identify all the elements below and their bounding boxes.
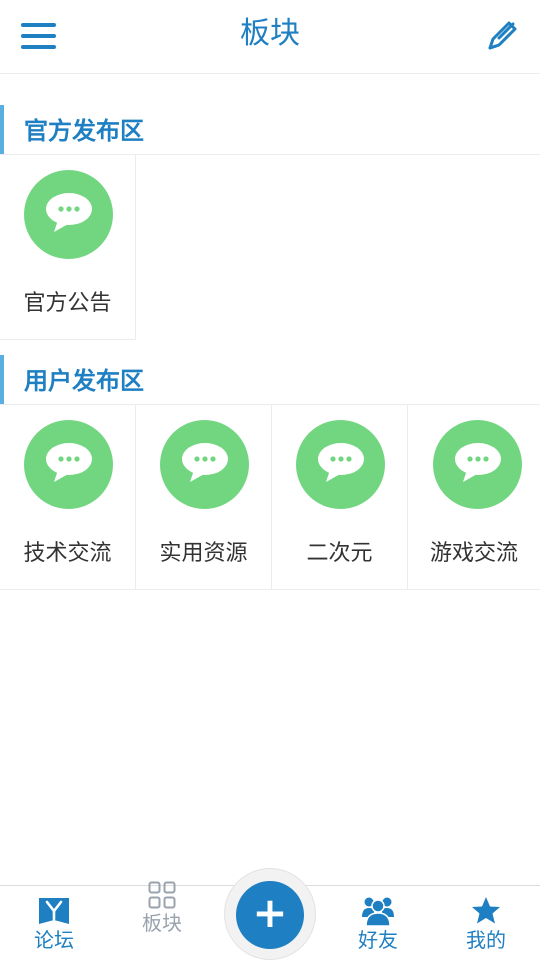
- grid-icon: [148, 881, 176, 909]
- forum-logo-icon: [39, 898, 69, 924]
- nav-item-me[interactable]: 我的: [432, 886, 540, 960]
- section-accent-bar: [0, 105, 4, 155]
- bottom-nav: 论坛 板块 + 好友 我的: [0, 868, 540, 960]
- board-icon-circle: [24, 420, 113, 509]
- nav-item-friends[interactable]: 好友: [324, 886, 432, 960]
- board-tile-tech[interactable]: 技术交流: [0, 405, 136, 590]
- board-name: 实用资源: [159, 541, 248, 566]
- edit-button[interactable]: [482, 16, 522, 56]
- chat-bubble-icon: [455, 443, 501, 482]
- board-icon-circle: [24, 170, 113, 259]
- section-title: 官方发布区: [24, 117, 144, 145]
- new-post-button[interactable]: +: [236, 881, 304, 949]
- section-title: 用户发布区: [24, 367, 144, 395]
- section-header-user: 用户发布区: [0, 355, 540, 405]
- board-icon-circle: [160, 420, 249, 509]
- board-tile-official-announcement[interactable]: 官方公告: [0, 155, 136, 340]
- section-header-official: 官方发布区: [0, 105, 540, 155]
- board-tile-resources[interactable]: 实用资源: [136, 405, 272, 590]
- board-grid-official: 官方公告: [0, 154, 540, 340]
- app-screen: 板块 官方发布区 官方公告 用户发布区 技术交流 实用资源 二次元 游戏交流 论…: [0, 0, 540, 960]
- nav-label: 板块: [142, 911, 182, 935]
- friends-icon: [362, 897, 394, 927]
- section-accent-bar: [0, 355, 4, 405]
- page-title: 板块: [240, 16, 300, 51]
- star-icon: [472, 897, 500, 924]
- chat-bubble-icon: [46, 193, 92, 232]
- board-name: 二次元: [306, 541, 373, 566]
- board-name: 游戏交流: [429, 541, 518, 566]
- edit-icon: [488, 21, 517, 50]
- board-grid-user: 技术交流 实用资源 二次元 游戏交流: [0, 404, 540, 590]
- board-tile-anime[interactable]: 二次元: [272, 405, 408, 590]
- chat-bubble-icon: [182, 443, 228, 482]
- nav-item-boards[interactable]: 板块: [108, 881, 216, 960]
- board-icon-circle: [296, 420, 385, 509]
- board-name: 官方公告: [23, 291, 112, 316]
- board-icon-circle: [433, 420, 522, 509]
- chat-bubble-icon: [318, 443, 364, 482]
- chat-bubble-icon: [46, 443, 92, 482]
- nav-label: 论坛: [34, 928, 74, 952]
- nav-label: 好友: [358, 928, 398, 952]
- top-bar: 板块: [0, 0, 540, 74]
- board-tile-games[interactable]: 游戏交流: [408, 405, 540, 590]
- plus-icon: +: [252, 888, 288, 937]
- board-name: 技术交流: [23, 541, 112, 566]
- nav-label: 我的: [466, 928, 506, 952]
- nav-item-forum[interactable]: 论坛: [0, 886, 108, 960]
